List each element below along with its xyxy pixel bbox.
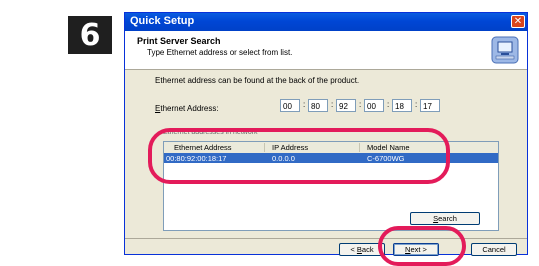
- octet-field-2[interactable]: 80: [308, 99, 328, 112]
- cancel-button[interactable]: Cancel: [471, 243, 517, 256]
- octet-separator: :: [303, 100, 306, 109]
- search-button[interactable]: Search: [410, 212, 480, 225]
- hint-text: Ethernet address can be found at the bac…: [155, 76, 360, 85]
- title-bar: Quick Setup ✕: [125, 13, 527, 31]
- page-title: Print Server Search: [137, 36, 221, 46]
- computer-icon: [491, 36, 519, 64]
- step-number-badge: 6: [68, 16, 112, 54]
- octet-field-5[interactable]: 18: [392, 99, 412, 112]
- octet-separator: :: [359, 100, 362, 109]
- octet-field-1[interactable]: 00: [280, 99, 300, 112]
- ethernet-address-label: Ethernet Address:: [155, 104, 219, 113]
- octet-separator: :: [331, 100, 334, 109]
- highlight-ring-list: [148, 128, 450, 184]
- octet-field-4[interactable]: 00: [364, 99, 384, 112]
- octet-field-3[interactable]: 92: [336, 99, 356, 112]
- octet-separator: :: [387, 100, 390, 109]
- page-subtitle: Type Ethernet address or select from lis…: [147, 48, 293, 57]
- highlight-ring-next: [378, 226, 466, 266]
- window-title: Quick Setup: [130, 15, 195, 27]
- octet-field-6[interactable]: 17: [420, 99, 440, 112]
- divider: [125, 238, 527, 239]
- close-icon[interactable]: ✕: [511, 15, 525, 28]
- wizard-header: Print Server Search Type Ethernet addres…: [125, 31, 527, 70]
- octet-separator: :: [415, 100, 418, 109]
